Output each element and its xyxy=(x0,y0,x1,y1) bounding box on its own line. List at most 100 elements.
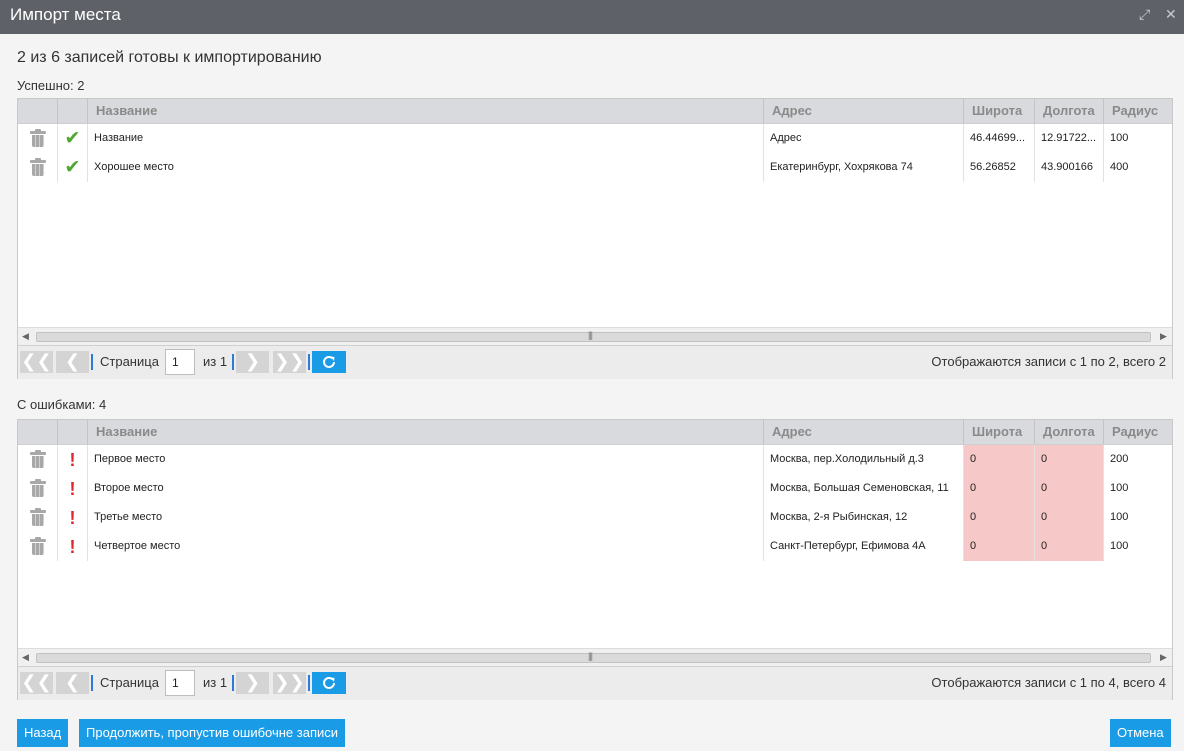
header-delete-column xyxy=(18,99,58,123)
page-count-label: из 1 xyxy=(203,354,228,369)
refresh-button[interactable] xyxy=(312,672,346,694)
latitude-cell-error: 0 xyxy=(964,445,1035,474)
refresh-icon xyxy=(323,355,335,368)
scroll-left-icon[interactable]: ◀ xyxy=(22,331,29,342)
exclamation-icon: ! xyxy=(69,478,76,499)
grid-body: ✔ Название Адрес 46.44699... 12.91722...… xyxy=(18,124,1172,327)
address-cell: Екатеринбург, Хохрякова 74 xyxy=(764,153,964,182)
address-cell: Санкт-Петербург, Ефимова 4А xyxy=(764,532,964,561)
trash-icon[interactable] xyxy=(29,129,46,147)
table-row[interactable]: ✔ Хорошее место Екатеринбург, Хохрякова … xyxy=(18,153,1172,182)
longitude-cell: 12.91722... xyxy=(1035,124,1104,153)
header-address[interactable]: Адрес xyxy=(764,420,964,444)
longitude-cell-error: 0 xyxy=(1035,503,1104,532)
radius-cell: 100 xyxy=(1110,511,1129,523)
header-radius[interactable]: Радиус xyxy=(1104,99,1172,123)
delete-row-button[interactable] xyxy=(18,532,58,561)
header-longitude[interactable]: Долгота xyxy=(1035,99,1104,123)
table-row[interactable]: ! Третье место Москва, 2-я Рыбинская, 12… xyxy=(18,503,1172,532)
address-cell: Москва, 2-я Рыбинская, 12 xyxy=(764,503,964,532)
exclamation-icon: ! xyxy=(69,449,76,470)
name-cell: Четвертое место xyxy=(88,532,764,561)
page-label: Страница xyxy=(100,675,159,690)
page-label: Страница xyxy=(100,354,159,369)
status-cell: ! xyxy=(58,445,88,474)
next-page-button[interactable]: ❯ xyxy=(236,672,269,694)
refresh-icon xyxy=(323,676,335,689)
radius-cell: 200 xyxy=(1110,453,1129,465)
paging-info: Отображаются записи с 1 по 4, всего 4 xyxy=(931,675,1166,690)
last-page-button[interactable]: ❯❯ xyxy=(273,672,306,694)
name-cell: Третье место xyxy=(88,503,764,532)
address-cell: Москва, пер.Холодильный д.3 xyxy=(764,445,964,474)
check-icon: ✔ xyxy=(64,157,81,178)
pagination-toolbar: ❮❮ ❮ Страница из 1 ❯ ❯❯ Отображаются зап… xyxy=(18,345,1172,379)
trash-icon[interactable] xyxy=(29,158,46,176)
toolbar-separator xyxy=(232,675,234,691)
page-number-input[interactable] xyxy=(165,349,195,375)
radius-cell: 400 xyxy=(1110,161,1129,173)
first-page-button[interactable]: ❮❮ xyxy=(20,672,53,694)
radius-cell: 100 xyxy=(1110,540,1129,552)
horizontal-scrollbar[interactable]: ◀ ||| ▶ xyxy=(18,648,1172,666)
header-name[interactable]: Название xyxy=(88,99,764,123)
status-cell: ! xyxy=(58,474,88,503)
status-cell: ✔ xyxy=(58,124,88,153)
name-cell: Название xyxy=(88,124,764,153)
latitude-cell-error: 0 xyxy=(964,474,1035,503)
table-row[interactable]: ✔ Название Адрес 46.44699... 12.91722...… xyxy=(18,124,1172,153)
grid-header: Название Адрес Широта Долгота Радиус xyxy=(18,420,1172,445)
radius-cell: 100 xyxy=(1110,132,1129,144)
error-count-label: С ошибками: 4 xyxy=(17,397,107,412)
latitude-cell-error: 0 xyxy=(964,503,1035,532)
longitude-cell-error: 0 xyxy=(1035,474,1104,503)
prev-page-button[interactable]: ❮ xyxy=(56,672,89,694)
delete-row-button[interactable] xyxy=(18,503,58,532)
table-row[interactable]: ! Первое место Москва, пер.Холодильный д… xyxy=(18,445,1172,474)
page-number-input[interactable] xyxy=(165,670,195,696)
cancel-button[interactable]: Отмена xyxy=(1110,719,1171,747)
errors-grid: Название Адрес Широта Долгота Радиус ! П… xyxy=(17,419,1173,700)
trash-icon[interactable] xyxy=(29,450,46,468)
scroll-right-icon[interactable]: ▶ xyxy=(1160,652,1167,663)
prev-page-button[interactable]: ❮ xyxy=(56,351,89,373)
next-page-button[interactable]: ❯ xyxy=(236,351,269,373)
scrollbar-thumb[interactable]: ||| xyxy=(36,651,1151,663)
header-latitude[interactable]: Широта xyxy=(964,99,1035,123)
header-status-column xyxy=(58,420,88,444)
table-row[interactable]: ! Второе место Москва, Большая Семеновск… xyxy=(18,474,1172,503)
table-row[interactable]: ! Четвертое место Санкт-Петербург, Ефимо… xyxy=(18,532,1172,561)
scroll-left-icon[interactable]: ◀ xyxy=(22,652,29,663)
close-icon[interactable]: ✕ xyxy=(1165,6,1177,23)
header-name[interactable]: Название xyxy=(88,420,764,444)
grid-header: Название Адрес Широта Долгота Радиус xyxy=(18,99,1172,124)
name-cell: Хорошее место xyxy=(88,153,764,182)
header-address[interactable]: Адрес xyxy=(764,99,964,123)
window-title: Импорт места xyxy=(10,5,121,24)
continue-skip-errors-button[interactable]: Продолжить, пропустив ошибочне записи xyxy=(79,719,346,747)
delete-row-button[interactable] xyxy=(18,445,58,474)
scrollbar-thumb[interactable]: ||| xyxy=(36,330,1151,342)
grid-body: ! Первое место Москва, пер.Холодильный д… xyxy=(18,445,1172,648)
last-page-button[interactable]: ❯❯ xyxy=(273,351,306,373)
back-button[interactable]: Назад xyxy=(17,719,69,747)
header-latitude[interactable]: Широта xyxy=(964,420,1035,444)
delete-row-button[interactable] xyxy=(18,474,58,503)
address-cell: Адрес xyxy=(764,124,964,153)
maximize-icon[interactable]: ⤢ xyxy=(1139,6,1150,23)
scroll-right-icon[interactable]: ▶ xyxy=(1160,331,1167,342)
delete-row-button[interactable] xyxy=(18,153,58,182)
header-radius[interactable]: Радиус xyxy=(1104,420,1172,444)
delete-row-button[interactable] xyxy=(18,124,58,153)
refresh-button[interactable] xyxy=(312,351,346,373)
exclamation-icon: ! xyxy=(69,507,76,528)
trash-icon[interactable] xyxy=(29,479,46,497)
header-longitude[interactable]: Долгота xyxy=(1035,420,1104,444)
horizontal-scrollbar[interactable]: ◀ ||| ▶ xyxy=(18,327,1172,345)
trash-icon[interactable] xyxy=(29,537,46,555)
trash-icon[interactable] xyxy=(29,508,46,526)
success-count-label: Успешно: 2 xyxy=(17,78,85,93)
longitude-cell-error: 0 xyxy=(1035,445,1104,474)
first-page-button[interactable]: ❮❮ xyxy=(20,351,53,373)
toolbar-separator xyxy=(232,354,234,370)
